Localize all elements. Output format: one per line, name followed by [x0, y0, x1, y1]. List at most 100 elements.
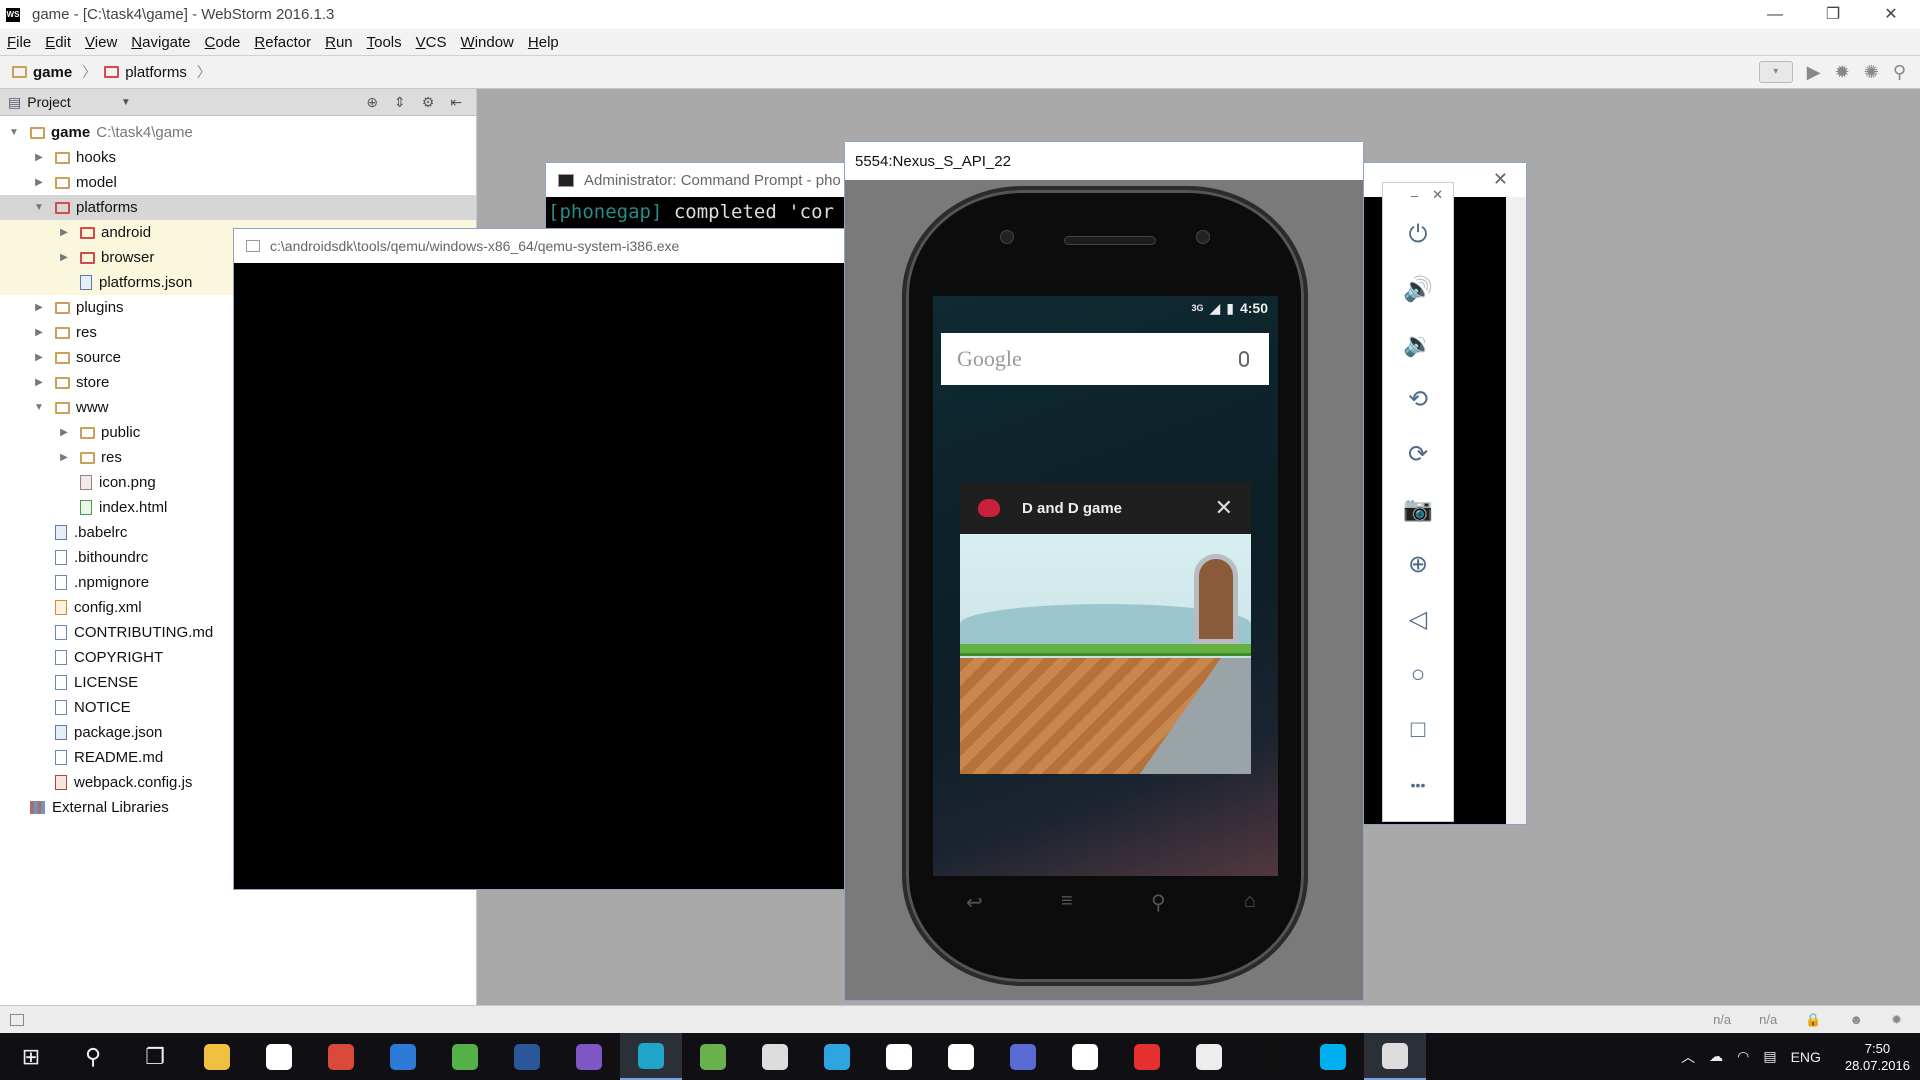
inspector-icon[interactable]: ☻: [1849, 1012, 1863, 1028]
movie-maker-icon[interactable]: [744, 1033, 806, 1080]
toggle-tool-windows-icon[interactable]: [10, 1013, 24, 1026]
start-icon[interactable]: ⊞: [0, 1033, 62, 1080]
collapsed-arrow-icon[interactable]: ▶: [33, 327, 45, 338]
menu-window[interactable]: Window: [454, 34, 521, 51]
slack-icon[interactable]: [868, 1033, 930, 1080]
close-icon[interactable]: ✕: [1432, 187, 1443, 203]
status-encoding[interactable]: n/a: [1759, 1012, 1777, 1028]
debug-icon[interactable]: ✹: [1835, 62, 1850, 83]
collapsed-arrow-icon[interactable]: ▶: [58, 427, 70, 438]
yandex-icon[interactable]: [1116, 1033, 1178, 1080]
utorrent-icon[interactable]: [434, 1033, 496, 1080]
qemu-title-bar[interactable]: c:\androidsdk\tools/qemu/windows-x86_64/…: [234, 229, 844, 263]
back-icon[interactable]: ◁: [1383, 592, 1453, 647]
collapsed-arrow-icon[interactable]: ▶: [58, 452, 70, 463]
home-icon[interactable]: ○: [1383, 647, 1453, 702]
webstorm-icon[interactable]: [620, 1033, 682, 1080]
phone-screen[interactable]: 3G ◢ ▮ 4:50 Google D and D game ✕: [933, 296, 1278, 876]
skype-icon[interactable]: [1302, 1033, 1364, 1080]
minimize-icon[interactable]: –: [1411, 188, 1418, 203]
hide-icon[interactable]: ⇤: [450, 94, 462, 111]
menu-navigate[interactable]: Navigate: [124, 34, 197, 51]
camera-icon[interactable]: 📷: [1383, 482, 1453, 537]
run-config-dropdown[interactable]: ▾: [1758, 61, 1793, 83]
steam-icon[interactable]: [930, 1033, 992, 1080]
breadcrumb-child[interactable]: platforms: [104, 64, 187, 81]
home-key-icon[interactable]: ⌂: [1244, 890, 1256, 920]
expanded-arrow-icon[interactable]: ▼: [8, 127, 20, 138]
save-icon[interactable]: [992, 1033, 1054, 1080]
close-icon[interactable]: ✕: [1493, 169, 1508, 190]
android-studio-icon[interactable]: [682, 1033, 744, 1080]
github-icon[interactable]: [1054, 1033, 1116, 1080]
wifi-icon[interactable]: ◠: [1737, 1048, 1749, 1065]
emulator-icon[interactable]: [1364, 1033, 1426, 1080]
language-indicator[interactable]: ENG: [1791, 1049, 1821, 1065]
back-key-icon[interactable]: ↩: [966, 890, 983, 920]
telegram-icon[interactable]: [806, 1033, 868, 1080]
task-view-icon[interactable]: ❐: [124, 1033, 186, 1080]
project-view-selector[interactable]: Project: [27, 94, 71, 110]
status-position[interactable]: n/a: [1713, 1012, 1731, 1028]
tree-row[interactable]: ▼ game C:\task4\game: [0, 120, 476, 145]
zoom-icon[interactable]: ⊕: [1383, 537, 1453, 592]
emulator-title-bar[interactable]: 5554:Nexus_S_API_22: [845, 142, 1363, 180]
search-icon[interactable]: ⚲: [62, 1033, 124, 1080]
volume-up-icon[interactable]: 🔊: [1383, 262, 1453, 317]
more-icon[interactable]: •••: [1383, 757, 1453, 812]
tree-row[interactable]: ▶ hooks: [0, 145, 476, 170]
recent-app-card[interactable]: D and D game ✕: [960, 482, 1251, 774]
collapse-icon[interactable]: ⇕: [394, 94, 406, 111]
menu-edit[interactable]: Edit: [38, 34, 78, 51]
microphone-icon[interactable]: [1239, 351, 1249, 367]
volume-down-icon[interactable]: 🔉: [1383, 317, 1453, 372]
tree-row[interactable]: ▶ model: [0, 170, 476, 195]
chevron-down-icon[interactable]: ▼: [121, 97, 131, 108]
menu-help[interactable]: Help: [521, 34, 566, 51]
scrollbar[interactable]: [1506, 197, 1526, 824]
event-log-icon[interactable]: ✹: [1891, 1012, 1902, 1028]
close-icon[interactable]: ✕: [1215, 495, 1233, 521]
restore-button[interactable]: ❐: [1804, 0, 1862, 29]
file-explorer-icon[interactable]: [186, 1033, 248, 1080]
expanded-arrow-icon[interactable]: ▼: [33, 202, 45, 213]
collapsed-arrow-icon[interactable]: ▶: [33, 152, 45, 163]
locate-icon[interactable]: ⊕: [366, 94, 378, 111]
expanded-arrow-icon[interactable]: ▼: [33, 402, 45, 413]
collapsed-arrow-icon[interactable]: ▶: [33, 302, 45, 313]
visual-studio-icon[interactable]: [558, 1033, 620, 1080]
edge-icon[interactable]: [372, 1033, 434, 1080]
collapsed-arrow-icon[interactable]: ▶: [33, 177, 45, 188]
menu-code[interactable]: Code: [198, 34, 248, 51]
menu-vcs[interactable]: VCS: [409, 34, 454, 51]
notification-icon[interactable]: ▤: [1763, 1048, 1776, 1065]
lock-icon[interactable]: 🔒: [1805, 1012, 1821, 1028]
collapsed-arrow-icon[interactable]: ▶: [58, 252, 70, 263]
google-search-widget[interactable]: Google: [941, 333, 1269, 385]
onedrive-icon[interactable]: ☁: [1709, 1048, 1723, 1065]
menu-refactor[interactable]: Refactor: [247, 34, 318, 51]
breadcrumb-root[interactable]: game: [12, 64, 72, 81]
close-button[interactable]: ✕: [1862, 0, 1920, 29]
menu-tools[interactable]: Tools: [360, 34, 409, 51]
qemu-window[interactable]: c:\androidsdk\tools/qemu/windows-x86_64/…: [233, 228, 845, 890]
search-everywhere-icon[interactable]: ⚲: [1893, 62, 1906, 83]
cmd-icon[interactable]: [1240, 1033, 1302, 1080]
power-icon[interactable]: ⏻: [1383, 207, 1453, 262]
menu-file[interactable]: File: [0, 34, 38, 51]
menu-key-icon[interactable]: ≡: [1061, 890, 1073, 920]
drive-icon[interactable]: [1178, 1033, 1240, 1080]
clock[interactable]: 7:50 28.07.2016: [1845, 1040, 1910, 1074]
run-icon[interactable]: ▶: [1807, 62, 1821, 83]
game-preview[interactable]: [960, 534, 1251, 774]
foxy-app-icon[interactable]: [248, 1033, 310, 1080]
rotate-right-icon[interactable]: ⟳: [1383, 427, 1453, 482]
collapsed-arrow-icon[interactable]: ▶: [33, 377, 45, 388]
menu-run[interactable]: Run: [318, 34, 360, 51]
word-icon[interactable]: [496, 1033, 558, 1080]
minimize-button[interactable]: —: [1746, 0, 1804, 29]
overview-icon[interactable]: □: [1383, 702, 1453, 757]
gear-icon[interactable]: ⚙: [422, 94, 435, 111]
tree-row[interactable]: ▼ platforms: [0, 195, 476, 220]
emulator-window[interactable]: 5554:Nexus_S_API_22 3G ◢ ▮ 4:50 Google D…: [844, 141, 1364, 1001]
